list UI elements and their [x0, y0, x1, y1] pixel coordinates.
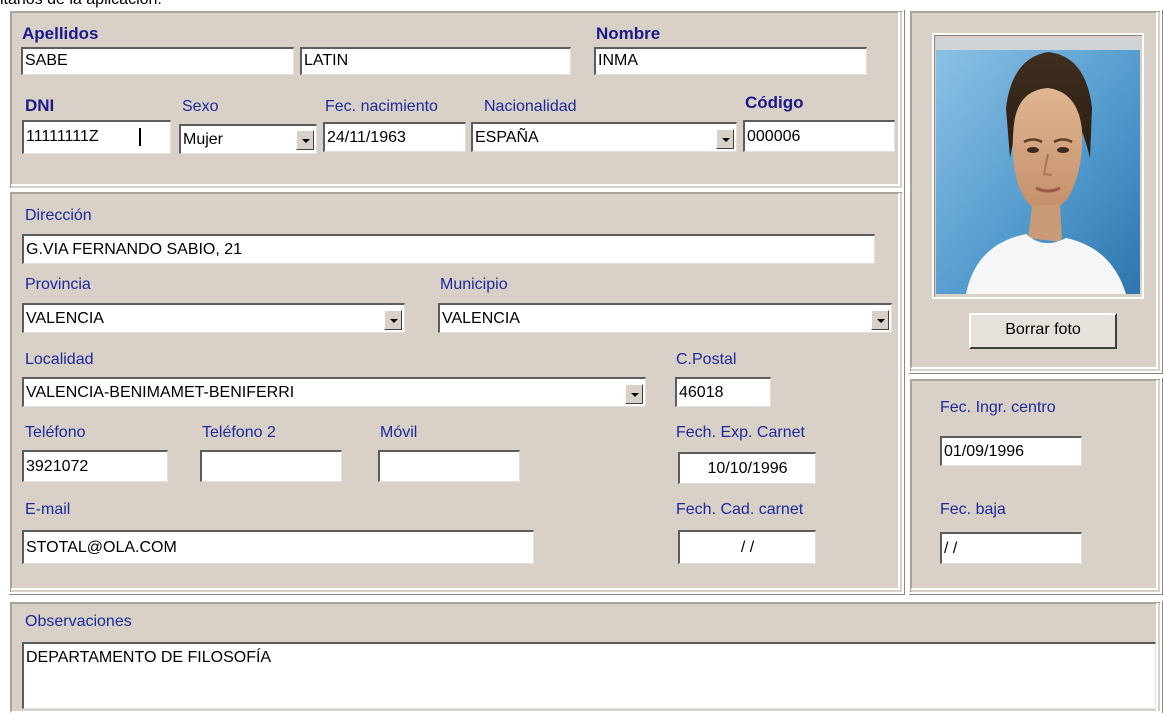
dni-field[interactable]: 11111111Z: [22, 120, 171, 154]
provincia-value: VALENCIA: [26, 310, 104, 327]
provincia-label: Provincia: [25, 276, 91, 293]
municipio-label: Municipio: [440, 276, 508, 293]
apellido2-field[interactable]: LATIN: [300, 47, 571, 75]
observaciones-textarea[interactable]: DEPARTAMENTO DE FILOSOFÍA: [22, 642, 1156, 709]
codigo-label: Código: [745, 93, 804, 112]
text-cursor: [139, 128, 141, 146]
fec-ingr-label: Fec. Ingr. centro: [940, 399, 1056, 416]
fech-exp-label: Fech. Exp. Carnet: [676, 424, 805, 441]
cpostal-field[interactable]: 46018: [675, 377, 771, 407]
telefono-label: Teléfono: [25, 424, 86, 441]
chevron-down-icon[interactable]: [384, 310, 402, 330]
observaciones-label: Observaciones: [25, 613, 132, 630]
municipio-value: VALENCIA: [442, 310, 520, 327]
dni-value: 11111111Z: [26, 128, 99, 145]
cpostal-label: C.Postal: [676, 351, 737, 368]
localidad-value: VALENCIA-BENIMAMET-BENIFERRI: [26, 384, 295, 401]
sexo-value: Mujer: [183, 131, 224, 148]
fech-exp-field[interactable]: 10/10/1996: [678, 452, 816, 484]
fec-nacimiento-field[interactable]: 24/11/1963: [323, 122, 466, 152]
sexo-label: Sexo: [182, 98, 219, 115]
chevron-down-icon[interactable]: [871, 310, 889, 330]
dni-label: DNI: [25, 96, 55, 115]
fec-baja-field[interactable]: / /: [940, 532, 1082, 564]
telefono2-field[interactable]: [200, 450, 342, 482]
fec-ingr-field[interactable]: 01/09/1996: [940, 436, 1082, 466]
fec-baja-label: Fec. baja: [940, 501, 1006, 518]
fech-cad-label: Fech. Cad. carnet: [676, 501, 804, 518]
nacionalidad-select[interactable]: ESPAÑA: [471, 122, 737, 152]
telefono-field[interactable]: 3921072: [22, 450, 168, 482]
email-field[interactable]: STOTAL@OLA.COM: [22, 530, 534, 564]
localidad-label: Localidad: [25, 351, 94, 368]
fech-cad-field[interactable]: / /: [678, 530, 816, 564]
email-label: E-mail: [25, 501, 71, 518]
fec-nacimiento-label: Fec. nacimiento: [325, 98, 438, 115]
chevron-down-icon[interactable]: [625, 384, 643, 404]
movil-field[interactable]: [378, 450, 520, 482]
apellidos-label: Apellidos: [22, 24, 99, 43]
page-caption: itarios de la aplicación.: [0, 0, 162, 9]
borrar-foto-button[interactable]: Borrar foto: [969, 313, 1117, 349]
nacionalidad-label: Nacionalidad: [484, 98, 577, 115]
nacionalidad-value: ESPAÑA: [475, 129, 539, 146]
direccion-field[interactable]: G.VIA FERNANDO SABIO, 21: [22, 234, 875, 264]
sexo-select[interactable]: Mujer: [179, 124, 317, 154]
provincia-select[interactable]: VALENCIA: [22, 303, 405, 333]
municipio-select[interactable]: VALENCIA: [438, 303, 892, 333]
telefono2-label: Teléfono 2: [202, 424, 276, 441]
codigo-field[interactable]: 000006: [743, 120, 895, 152]
nombre-label: Nombre: [596, 24, 661, 43]
photo-frame[interactable]: [932, 33, 1144, 299]
direccion-label: Dirección: [25, 207, 92, 224]
chevron-down-icon[interactable]: [716, 129, 734, 149]
apellido1-field[interactable]: SABE: [21, 47, 294, 75]
chevron-down-icon[interactable]: [296, 130, 314, 150]
localidad-select[interactable]: VALENCIA-BENIMAMET-BENIFERRI: [22, 377, 646, 407]
movil-label: Móvil: [380, 424, 418, 441]
person-photo: [936, 38, 1140, 294]
nombre-field[interactable]: INMA: [594, 47, 867, 75]
